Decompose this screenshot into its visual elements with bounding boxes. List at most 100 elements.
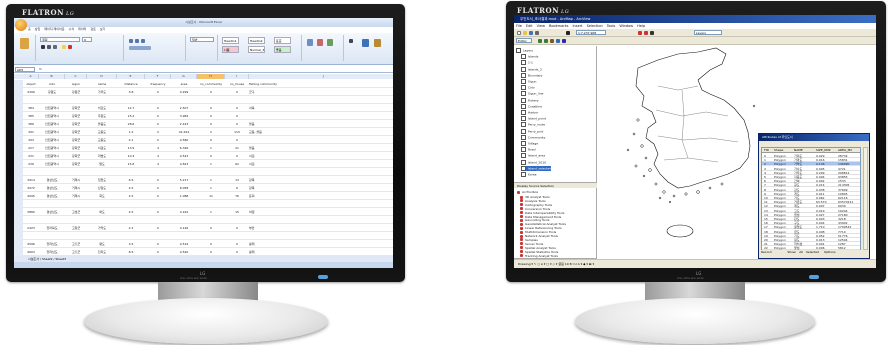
table-cell[interactable]: 0 — [145, 176, 171, 184]
cell-style-box[interactable]: 표준 — [274, 37, 291, 44]
full-extent-icon[interactable] — [556, 39, 560, 43]
table-cell[interactable]: 인천광역시 — [39, 144, 65, 152]
table-cell[interactable]: 385 — [23, 112, 39, 120]
table-cell[interactable]: 경상남도 — [39, 184, 65, 192]
table-cell[interactable]: 인천광역시 — [39, 104, 65, 112]
table-cell[interactable]: 4.1 — [117, 136, 145, 144]
table-cell[interactable]: 부안 — [249, 224, 393, 232]
table-cell[interactable]: 76 — [225, 192, 249, 200]
toc-layer-item[interactable]: Ferry_route — [521, 122, 545, 127]
number-format-combo[interactable]: 일반 — [190, 37, 214, 42]
table-cell[interactable]: Distance — [117, 80, 145, 88]
table-cell[interactable]: 384 — [23, 104, 39, 112]
table-cell[interactable]: 0 — [225, 224, 249, 232]
table-cell[interactable]: 강화군 — [65, 112, 87, 120]
column-header[interactable]: E — [117, 74, 145, 79]
table-cell[interactable]: 강화군 — [65, 128, 87, 136]
table-cell[interactable]: 0 — [197, 136, 225, 144]
table-row[interactable]: 3972 경상남도 거제시 산달도 4.5 0 8.058 1 6 장목 — [14, 184, 393, 192]
toc-layer-item[interactable]: Boundary — [521, 73, 542, 78]
table-cell[interactable]: cido — [39, 80, 65, 88]
row-number[interactable] — [14, 232, 23, 240]
table-cell[interactable]: 11 — [197, 192, 225, 200]
row-number[interactable] — [14, 176, 23, 184]
toc-layer-item[interactable]: Fishery — [521, 98, 539, 103]
pan-icon[interactable] — [550, 39, 554, 43]
save-icon[interactable] — [529, 31, 533, 35]
bold-icon[interactable] — [41, 45, 45, 49]
table-cell[interactable]: 볼음 — [249, 120, 393, 128]
table-row[interactable] — [14, 168, 393, 176]
drawing-toolbar[interactable]: Drawing ▾ ↖ ○ A ▾ □ ▾ ◇ ▾ 굴림 10 B I U A … — [514, 259, 876, 268]
layer-combo[interactable]: Layers — [694, 30, 722, 35]
toc-layer-item[interactable]: Islands — [521, 54, 539, 59]
table-cell[interactable]: 227 — [23, 144, 39, 152]
column-header[interactable]: H — [197, 74, 225, 79]
table-cell[interactable]: 1 — [197, 176, 225, 184]
table-cell[interactable]: 2 — [197, 128, 225, 136]
table-cell[interactable]: 3.8 — [117, 88, 145, 96]
table-cell[interactable]: 0 — [145, 224, 171, 232]
toc-layer-item[interactable]: Island_selected — [521, 165, 552, 171]
toc-layer-item[interactable]: Korea — [521, 172, 537, 177]
table-cell[interactable]: 0 — [145, 184, 171, 192]
table-cell[interactable]: 1 — [197, 184, 225, 192]
font-combo[interactable]: 굴림 — [40, 37, 80, 42]
table-cell[interactable]: 2.507 — [171, 104, 197, 112]
table-cell[interactable]: 0.543 — [171, 152, 197, 160]
table-cell[interactable]: 6 — [225, 184, 249, 192]
table-cell[interactable]: 장목 — [249, 184, 393, 192]
table-cell[interactable]: 0.299 — [171, 88, 197, 96]
table-cell[interactable]: 0 — [197, 152, 225, 160]
attribute-scrollbar[interactable] — [863, 147, 868, 250]
table-cell[interactable]: 평도 — [87, 240, 117, 248]
column-header[interactable]: B — [39, 74, 65, 79]
table-row[interactable]: 236 인천광역시 강화군 말도 15.6 4 4.823 1 62 서검 — [14, 160, 393, 168]
table-cell[interactable]: 0 — [145, 240, 171, 248]
table-cell[interactable]: 하일 — [249, 208, 393, 216]
table-cell[interactable]: 0 — [197, 112, 225, 120]
table-cell[interactable]: 115 — [225, 128, 249, 136]
table-cell[interactable]: 0 — [225, 136, 249, 144]
column-header[interactable]: D — [87, 74, 117, 79]
table-row[interactable]: 393 인천광역시 강화군 교동도 4.1 0 0.580 0 0 — [14, 136, 393, 144]
table-cell[interactable]: 0 — [225, 152, 249, 160]
table-row[interactable] — [14, 216, 393, 224]
sort-filter-icon[interactable] — [362, 39, 369, 47]
table-cell[interactable]: 서검 — [249, 152, 393, 160]
zoom-in-icon[interactable] — [538, 39, 542, 43]
show-all-button[interactable]: All — [799, 250, 803, 254]
table-cell[interactable]: 고흥군 — [65, 240, 87, 248]
table-cell[interactable]: 거제시 — [65, 184, 87, 192]
table-cell[interactable]: 장목 — [249, 176, 393, 184]
cell-style-box[interactable]: Headin1 — [222, 37, 239, 44]
table-cell[interactable]: 4596 — [23, 240, 39, 248]
table-cell[interactable]: sigun — [65, 80, 87, 88]
table-cell[interactable]: 4399 — [23, 88, 39, 96]
table-cell[interactable]: 0.580 — [171, 136, 197, 144]
table-cell[interactable]: 강화군 — [65, 120, 87, 128]
table-cell[interactable]: 42.294 — [171, 128, 197, 136]
table-cell[interactable]: 3880 — [23, 208, 39, 216]
table-cell[interactable]: 0 — [197, 104, 225, 112]
toc-layer-item[interactable]: Island_point — [521, 116, 546, 121]
row-number[interactable] — [14, 192, 23, 200]
table-cell[interactable]: 391 — [23, 128, 39, 136]
table-cell[interactable]: fishing community — [249, 80, 393, 88]
table-cell[interactable]: 전라남도 — [39, 248, 65, 256]
row-number[interactable] — [14, 152, 23, 160]
table-cell[interactable]: 볼음도 — [87, 120, 117, 128]
row-number[interactable] — [14, 160, 23, 168]
table-cell[interactable]: 석모도 — [87, 104, 117, 112]
table-cell[interactable]: 둔덕 — [249, 192, 393, 200]
table-cell[interactable]: 서검 — [249, 160, 393, 168]
table-cell[interactable]: 2.5 — [117, 192, 145, 200]
fill-color-icon[interactable] — [62, 45, 66, 49]
right-power-led[interactable] — [809, 275, 819, 279]
left-power-led[interactable] — [318, 275, 328, 279]
table-cell[interactable]: 인천광역시 — [39, 136, 65, 144]
table-row[interactable]: 4603 전라남도 고흥군 진지도 8.5 0 0.540 0 0 봉래 — [14, 248, 393, 256]
table-cell[interactable]: 거제시 — [65, 192, 87, 200]
table-row[interactable]: 227 인천광역시 강화군 서검도 13.5 4 6.346 1 21 볼음 — [14, 144, 393, 152]
column-header[interactable]: G — [171, 74, 197, 79]
